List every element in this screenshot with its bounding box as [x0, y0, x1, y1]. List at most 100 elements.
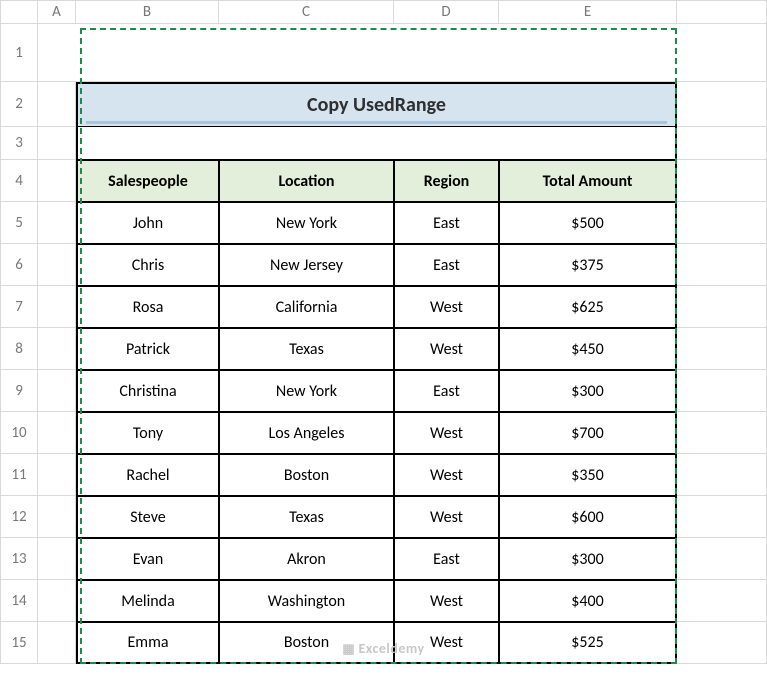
empty-cell[interactable]	[38, 538, 76, 580]
cell-salespeople[interactable]: Christina	[76, 370, 219, 412]
cell-region[interactable]: West	[394, 328, 499, 370]
col-header-B[interactable]: B	[76, 0, 219, 24]
col-header-E[interactable]: E	[499, 0, 677, 24]
empty-cell[interactable]	[38, 622, 76, 664]
empty-cell[interactable]	[677, 580, 767, 622]
row-header-12[interactable]: 12	[0, 496, 38, 538]
cell-amount[interactable]: $450	[499, 328, 677, 370]
title-cell[interactable]: Copy UsedRange	[76, 82, 677, 127]
row-header-4[interactable]: 4	[0, 160, 38, 202]
cell-region[interactable]: West	[394, 622, 499, 664]
row-header-5[interactable]: 5	[0, 202, 38, 244]
empty-cell[interactable]	[677, 454, 767, 496]
row-header-3[interactable]: 3	[0, 127, 38, 160]
cell-location[interactable]: California	[219, 286, 394, 328]
cell-region[interactable]: West	[394, 454, 499, 496]
cell-salespeople[interactable]: Steve	[76, 496, 219, 538]
empty-cell[interactable]	[38, 160, 76, 202]
col-header-blank[interactable]	[677, 0, 767, 24]
row-header-13[interactable]: 13	[0, 538, 38, 580]
empty-cell[interactable]	[38, 496, 76, 538]
empty-cell[interactable]	[38, 202, 76, 244]
header-region[interactable]: Region	[394, 160, 499, 202]
cell-region[interactable]: East	[394, 202, 499, 244]
empty-cell[interactable]	[38, 580, 76, 622]
cell-region[interactable]: East	[394, 244, 499, 286]
header-salespeople[interactable]: Salespeople	[76, 160, 219, 202]
empty-cell[interactable]	[38, 412, 76, 454]
empty-cell[interactable]	[677, 412, 767, 454]
empty-cell[interactable]	[38, 127, 76, 160]
empty-cell[interactable]	[38, 24, 767, 82]
empty-cell[interactable]	[38, 82, 76, 127]
cell-amount[interactable]: $600	[499, 496, 677, 538]
cell-region[interactable]: East	[394, 370, 499, 412]
cell-amount[interactable]: $350	[499, 454, 677, 496]
cell-salespeople[interactable]: Rachel	[76, 454, 219, 496]
gap-row[interactable]	[76, 127, 677, 160]
cell-amount[interactable]: $300	[499, 370, 677, 412]
cell-salespeople[interactable]: John	[76, 202, 219, 244]
empty-cell[interactable]	[38, 328, 76, 370]
row-header-14[interactable]: 14	[0, 580, 38, 622]
cell-salespeople[interactable]: Chris	[76, 244, 219, 286]
row-header-10[interactable]: 10	[0, 412, 38, 454]
cell-region[interactable]: West	[394, 496, 499, 538]
cell-salespeople[interactable]: Rosa	[76, 286, 219, 328]
empty-cell[interactable]	[677, 202, 767, 244]
row-header-6[interactable]: 6	[0, 244, 38, 286]
cell-salespeople[interactable]: Emma	[76, 622, 219, 664]
cell-location[interactable]: Boston	[219, 622, 394, 664]
cell-amount[interactable]: $625	[499, 286, 677, 328]
cell-salespeople[interactable]: Melinda	[76, 580, 219, 622]
empty-cell[interactable]	[677, 496, 767, 538]
cell-location[interactable]: Boston	[219, 454, 394, 496]
cell-location[interactable]: New Jersey	[219, 244, 394, 286]
row-header-1[interactable]: 1	[0, 24, 38, 82]
cell-amount[interactable]: $375	[499, 244, 677, 286]
col-header-A[interactable]: A	[38, 0, 76, 24]
cell-amount[interactable]: $700	[499, 412, 677, 454]
cell-amount[interactable]: $525	[499, 622, 677, 664]
header-total[interactable]: Total Amount	[499, 160, 677, 202]
empty-cell[interactable]	[677, 160, 767, 202]
cell-salespeople[interactable]: Tony	[76, 412, 219, 454]
cell-region[interactable]: West	[394, 580, 499, 622]
cell-amount[interactable]: $500	[499, 202, 677, 244]
row-header-7[interactable]: 7	[0, 286, 38, 328]
empty-cell[interactable]	[677, 622, 767, 664]
empty-cell[interactable]	[38, 286, 76, 328]
col-header-C[interactable]: C	[219, 0, 394, 24]
empty-cell[interactable]	[677, 286, 767, 328]
header-location[interactable]: Location	[219, 160, 394, 202]
empty-cell[interactable]	[677, 244, 767, 286]
cell-location[interactable]: Washington	[219, 580, 394, 622]
cell-location[interactable]: Akron	[219, 538, 394, 580]
empty-cell[interactable]	[38, 454, 76, 496]
cell-region[interactable]: East	[394, 538, 499, 580]
empty-cell[interactable]	[677, 82, 767, 127]
cell-location[interactable]: Texas	[219, 496, 394, 538]
col-header-D[interactable]: D	[394, 0, 499, 24]
cell-amount[interactable]: $400	[499, 580, 677, 622]
row-header-9[interactable]: 9	[0, 370, 38, 412]
row-header-8[interactable]: 8	[0, 328, 38, 370]
empty-cell[interactable]	[38, 370, 76, 412]
empty-cell[interactable]	[38, 244, 76, 286]
cell-salespeople[interactable]: Patrick	[76, 328, 219, 370]
cell-location[interactable]: New York	[219, 370, 394, 412]
cell-amount[interactable]: $300	[499, 538, 677, 580]
row-header-2[interactable]: 2	[0, 82, 38, 127]
select-all-corner[interactable]	[0, 0, 38, 24]
empty-cell[interactable]	[677, 127, 767, 160]
cell-location[interactable]: Texas	[219, 328, 394, 370]
empty-cell[interactable]	[677, 328, 767, 370]
cell-region[interactable]: West	[394, 412, 499, 454]
row-header-15[interactable]: 15	[0, 622, 38, 664]
cell-region[interactable]: West	[394, 286, 499, 328]
empty-cell[interactable]	[677, 538, 767, 580]
cell-location[interactable]: New York	[219, 202, 394, 244]
cell-location[interactable]: Los Angeles	[219, 412, 394, 454]
cell-salespeople[interactable]: Evan	[76, 538, 219, 580]
empty-cell[interactable]	[677, 370, 767, 412]
